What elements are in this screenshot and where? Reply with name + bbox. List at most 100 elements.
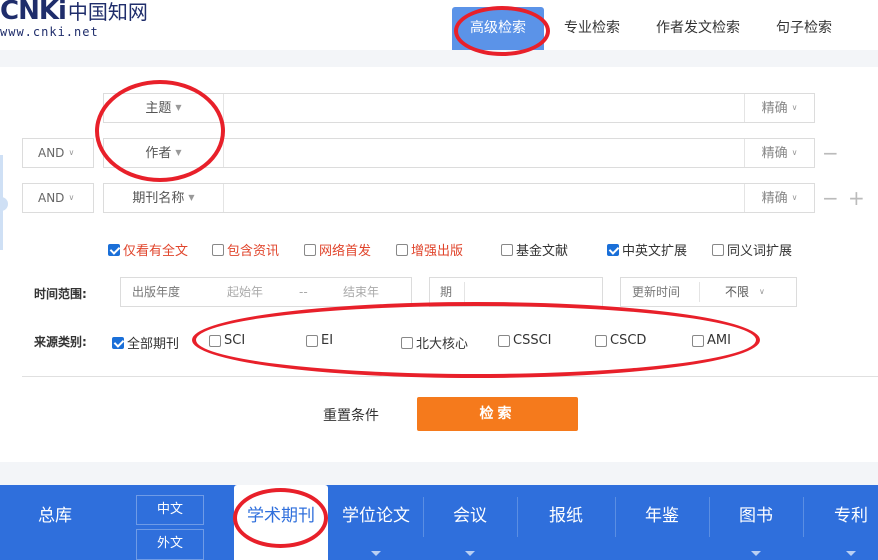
logic-label: AND — [38, 146, 65, 160]
checkbox-icon — [595, 334, 607, 347]
checkbox-icon — [692, 334, 704, 347]
nav-label: 会议 — [453, 506, 487, 526]
reset-button[interactable]: 重置条件 — [323, 405, 379, 425]
checkbox-icon — [401, 336, 413, 349]
source-cssci[interactable]: CSSCI — [498, 333, 552, 348]
caret-down-icon: ▼ — [188, 193, 195, 202]
option-label: 仅看有全文 — [123, 244, 189, 259]
field-select-label: 作者 — [145, 146, 172, 161]
tab-advanced-search[interactable]: 高级检索 — [452, 7, 544, 50]
panel-divider — [22, 376, 878, 377]
chevron-down-icon: ∨ — [68, 148, 75, 157]
source-cscd[interactable]: CSCD — [595, 333, 646, 348]
search-mode-tabs: 高级检索 专业检索 作者发文检索 句子检索 — [452, 7, 850, 50]
search-button[interactable]: 检索 — [417, 397, 578, 431]
start-year-input[interactable]: 起始年 — [227, 278, 263, 306]
checkbox-icon — [304, 243, 316, 256]
end-year-input[interactable]: 结束年 — [343, 278, 379, 306]
chevron-down-icon — [846, 551, 856, 556]
chevron-down-icon — [371, 551, 381, 556]
logic-select-2[interactable]: AND ∨ — [22, 138, 94, 168]
field-select-2[interactable]: 作者 ▼ — [104, 139, 224, 167]
chevron-down-icon — [751, 551, 761, 556]
match-select-3[interactable]: 精确 ∨ — [744, 184, 814, 212]
nav-item-conference[interactable]: 会议 — [424, 485, 516, 560]
nav-item-theses[interactable]: 学位论文 — [331, 485, 421, 560]
update-time-select[interactable]: 更新时间 不限 ∨ — [620, 277, 797, 307]
checkbox-icon — [712, 243, 724, 256]
checkbox-icon — [396, 243, 408, 256]
lang-foreign-button[interactable]: 外文 — [136, 529, 204, 560]
option-online-first[interactable]: 网络首发 — [304, 240, 371, 259]
tab-author-search[interactable]: 作者发文检索 — [638, 7, 758, 50]
side-expand-icon[interactable] — [0, 197, 8, 211]
option-enhanced-publish[interactable]: 增强出版 — [396, 240, 463, 259]
chevron-down-icon: ∨ — [791, 103, 798, 112]
option-label: 北大核心 — [416, 337, 469, 352]
source-ami[interactable]: AMI — [692, 333, 731, 348]
option-include-news[interactable]: 包含资讯 — [212, 240, 279, 259]
update-time-divider — [699, 282, 700, 302]
source-pku-core[interactable]: 北大核心 — [401, 333, 468, 352]
option-label: 中英文扩展 — [622, 244, 688, 259]
nav-item-journals[interactable]: 学术期刊 — [234, 485, 328, 560]
nav-item-books[interactable]: 图书 — [710, 485, 802, 560]
issue-input[interactable]: 期 — [429, 277, 603, 307]
option-label: 增强出版 — [411, 244, 464, 259]
caret-down-icon: ▼ — [175, 103, 182, 112]
checkbox-icon — [112, 336, 124, 349]
nav-item-yearbook[interactable]: 年鉴 — [616, 485, 708, 560]
option-fund-literature[interactable]: 基金文献 — [501, 240, 568, 259]
nav-label: 年鉴 — [645, 506, 679, 526]
source-sci[interactable]: SCI — [209, 333, 245, 348]
remove-row-button[interactable]: − — [822, 188, 839, 208]
tab-professional-search[interactable]: 专业检索 — [546, 7, 638, 50]
publish-year-label: 出版年度 — [132, 285, 181, 299]
match-select-label: 精确 — [761, 101, 788, 116]
remove-row-button[interactable]: − — [822, 143, 839, 163]
field-select-3[interactable]: 期刊名称 ▼ — [104, 184, 224, 212]
source-all-journals[interactable]: 全部期刊 — [112, 333, 179, 352]
option-cn-en-expand[interactable]: 中英文扩展 — [607, 240, 687, 259]
match-select-label: 精确 — [761, 191, 788, 206]
search-row-1: 主题 ▼ 精确 ∨ — [103, 93, 815, 123]
field-select-1[interactable]: 主题 ▼ — [104, 94, 224, 122]
checkbox-icon — [498, 334, 510, 347]
option-label: SCI — [224, 333, 246, 348]
update-time-value: 不限 — [725, 285, 750, 299]
search-row-3: 期刊名称 ▼ 精确 ∨ — [103, 183, 815, 213]
option-label: 同义词扩展 — [727, 244, 793, 259]
nav-label: 专利 — [834, 506, 868, 526]
option-label: CSSCI — [513, 333, 552, 348]
nav-item-patents[interactable]: 专利 — [804, 485, 878, 560]
field-select-label: 主题 — [145, 101, 172, 116]
nav-label: 总库 — [38, 506, 72, 526]
chevron-down-icon: ∨ — [68, 193, 75, 202]
source-ei[interactable]: EI — [306, 333, 333, 348]
chevron-down-icon: ∨ — [791, 193, 798, 202]
match-select-1[interactable]: 精确 ∨ — [744, 94, 814, 122]
match-select-2[interactable]: 精确 ∨ — [744, 139, 814, 167]
logo-mark: CNKi — [0, 0, 67, 26]
chevron-down-icon: ∨ — [791, 148, 798, 157]
tab-sentence-search[interactable]: 句子检索 — [758, 7, 850, 50]
logo-url: www.cnki.net — [0, 25, 99, 39]
match-select-label: 精确 — [761, 146, 788, 161]
option-fulltext-only[interactable]: 仅看有全文 — [108, 240, 188, 259]
option-synonym-expand[interactable]: 同义词扩展 — [712, 240, 792, 259]
option-label: 网络首发 — [319, 244, 372, 259]
checkbox-icon — [209, 334, 221, 347]
checkbox-icon — [306, 334, 318, 347]
update-time-label: 更新时间 — [632, 285, 681, 299]
issue-label: 期 — [440, 285, 453, 299]
add-row-button[interactable]: + — [848, 188, 865, 208]
nav-item-newspaper[interactable]: 报纸 — [518, 485, 614, 560]
search-row-2: 作者 ▼ 精确 ∨ — [103, 138, 815, 168]
option-label: EI — [321, 333, 334, 348]
lang-chinese-button[interactable]: 中文 — [136, 495, 204, 525]
cnki-logo[interactable]: CNKi 中国知网 www.cnki.net — [0, 0, 148, 39]
nav-item-all[interactable]: 总库 — [0, 485, 110, 560]
publish-year-range: 出版年度 起始年 -- 结束年 — [120, 277, 412, 307]
nav-label: 报纸 — [549, 506, 583, 526]
logic-select-3[interactable]: AND ∨ — [22, 183, 94, 213]
